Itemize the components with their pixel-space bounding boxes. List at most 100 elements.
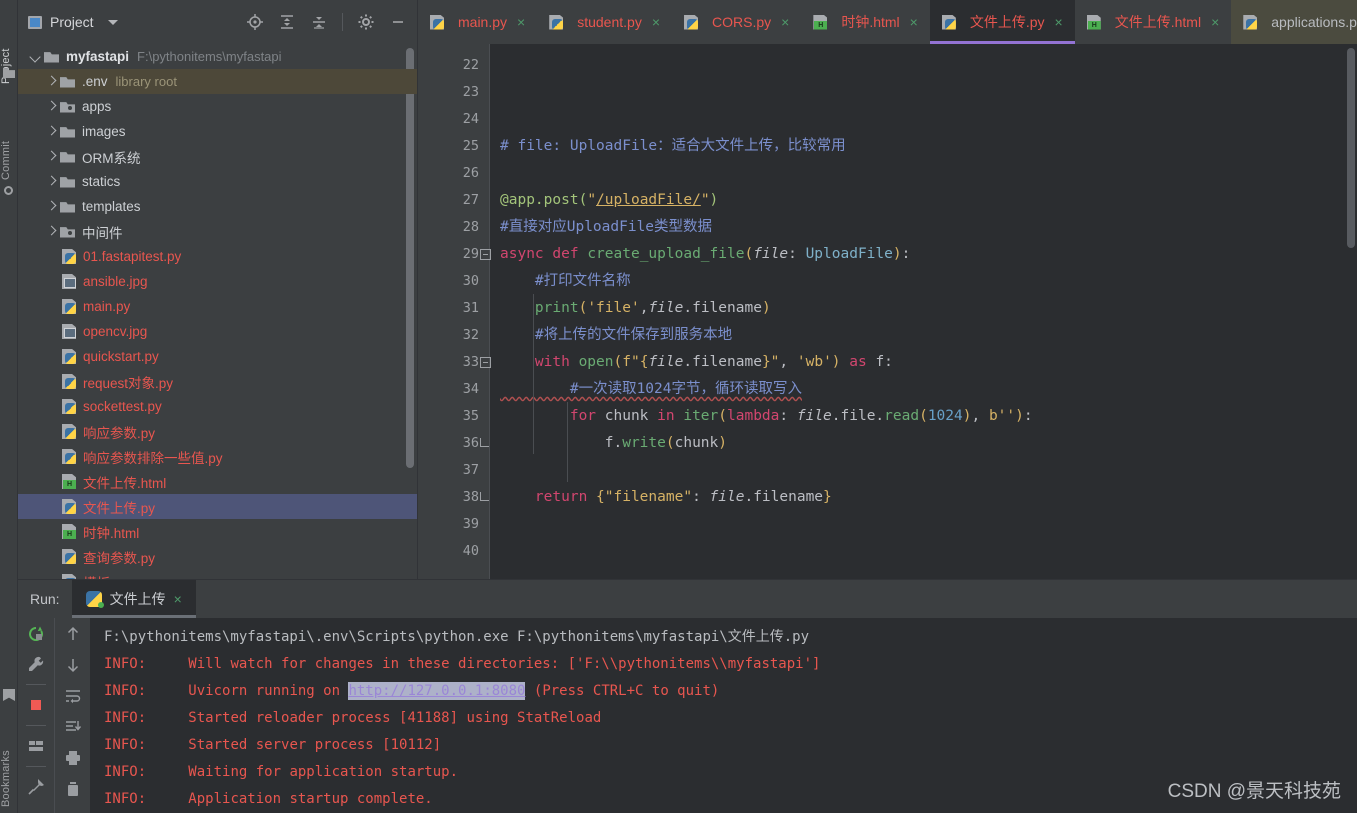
chevron-right-icon[interactable] xyxy=(44,124,60,140)
code-token: f: xyxy=(875,354,893,370)
close-icon[interactable]: × xyxy=(1055,15,1063,29)
editor-tab[interactable]: applications.py× xyxy=(1231,0,1357,44)
chevron-down-icon[interactable] xyxy=(107,19,118,25)
tree-row[interactable]: 01.fastapitest.py xyxy=(18,244,417,269)
tree-row-label: main.py xyxy=(83,299,131,314)
tree-row[interactable]: 查询参数.py xyxy=(18,544,417,569)
code-fold-marker[interactable] xyxy=(480,438,489,447)
console-text: Started reloader process [41188] using S… xyxy=(146,710,602,726)
close-icon[interactable]: × xyxy=(781,15,789,29)
rerun-icon[interactable] xyxy=(26,624,46,644)
tree-row[interactable]: ansible.jpg xyxy=(18,269,417,294)
tree-row[interactable]: main.py xyxy=(18,294,417,319)
run-tool-window: Run: 文件上传 × F:\pythonitems\myfastapi\.en… xyxy=(18,579,1357,813)
editor-tab[interactable]: main.py × xyxy=(418,0,537,44)
code-fold-marker[interactable] xyxy=(480,492,489,501)
print-icon[interactable] xyxy=(63,748,83,768)
html-file-icon xyxy=(813,14,828,30)
code-token: ( xyxy=(665,435,675,451)
code-token: return xyxy=(500,489,597,505)
tree-row[interactable]: 文件上传.py xyxy=(18,494,417,519)
tree-row[interactable]: quickstart.py xyxy=(18,344,417,369)
rail-item-commit[interactable]: Commit xyxy=(0,100,18,180)
stop-icon[interactable] xyxy=(26,695,46,715)
python-file-icon xyxy=(684,14,699,30)
tree-row[interactable]: myfastapi F:\pythonitems\myfastapi xyxy=(18,44,417,69)
tree-row[interactable]: ORM系统 xyxy=(18,144,417,169)
tree-row[interactable]: 响应参数排除一些值.py xyxy=(18,444,417,469)
tree-row[interactable]: opencv.jpg xyxy=(18,319,417,344)
toolbar-divider xyxy=(26,725,46,726)
rail-item-bookmarks[interactable]: Bookmarks xyxy=(0,707,18,807)
expand-all-icon[interactable] xyxy=(278,13,296,31)
console-prefix: INFO: xyxy=(104,683,147,699)
project-title-group[interactable]: Project xyxy=(28,14,118,30)
tree-row[interactable]: .env library root xyxy=(18,69,417,94)
code-token: ) xyxy=(709,192,719,208)
editor-tab-label: 文件上传.py xyxy=(969,14,1045,30)
console-text: (Press CTRL+C to quit) xyxy=(525,683,720,699)
editor-vertical-scrollbar[interactable] xyxy=(1347,48,1355,248)
scroll-to-end-icon[interactable] xyxy=(63,717,83,737)
code-token: : xyxy=(788,246,806,262)
collapse-all-icon[interactable] xyxy=(310,13,328,31)
tree-row[interactable]: 文件上传.html xyxy=(18,469,417,494)
editor-tab[interactable]: CORS.py × xyxy=(672,0,801,44)
line-number: 38 xyxy=(462,489,479,505)
tree-row[interactable]: 响应参数.py xyxy=(18,419,417,444)
close-icon[interactable]: × xyxy=(174,591,182,607)
console-text: F:\pythonitems\myfastapi\.env\Scripts\py… xyxy=(104,629,810,645)
arrow-up-icon[interactable] xyxy=(63,624,83,644)
tree-row[interactable]: 中间件 xyxy=(18,219,417,244)
editor-tab[interactable]: 文件上传.py × xyxy=(929,0,1075,44)
chevron-right-icon[interactable] xyxy=(44,174,60,190)
console-prefix: INFO: xyxy=(104,764,147,780)
tree-row[interactable]: apps xyxy=(18,94,417,119)
chevron-right-icon[interactable] xyxy=(44,99,60,115)
settings-gear-icon[interactable] xyxy=(357,13,375,31)
pin-icon[interactable] xyxy=(26,777,46,797)
code-token: file xyxy=(796,408,832,424)
console-prefix: INFO: xyxy=(104,737,147,753)
python-file-icon xyxy=(62,374,76,389)
locate-icon[interactable] xyxy=(246,13,264,31)
image-file-icon xyxy=(62,324,76,339)
layout-icon[interactable] xyxy=(26,736,46,756)
close-icon[interactable]: × xyxy=(652,15,660,29)
indent-guide xyxy=(567,402,568,482)
editor-tab[interactable]: 文件上传.html × xyxy=(1075,0,1232,44)
line-number: 25 xyxy=(462,138,479,154)
line-number: 34 xyxy=(462,381,479,397)
chevron-right-icon[interactable] xyxy=(44,74,60,90)
editor-tab[interactable]: 时钟.html × xyxy=(801,0,930,44)
chevron-right-icon[interactable] xyxy=(44,224,60,240)
chevron-down-icon[interactable] xyxy=(28,49,44,65)
trash-icon[interactable] xyxy=(63,779,83,799)
run-configuration-tab[interactable]: 文件上传 × xyxy=(71,580,196,618)
close-icon[interactable]: × xyxy=(1211,15,1219,29)
arrow-down-icon[interactable] xyxy=(63,655,83,675)
close-icon[interactable]: × xyxy=(910,15,918,29)
editor-tab-bar[interactable]: main.py×student.py×CORS.py×时钟.html×文件上传.… xyxy=(418,0,1357,44)
code-line: #将上传的文件保存到服务本地 xyxy=(500,322,1357,349)
tree-row[interactable]: request对象.py xyxy=(18,369,417,394)
code-token: in xyxy=(648,408,684,424)
line-number: 30 xyxy=(462,273,479,289)
python-file-icon xyxy=(62,499,76,514)
console-url-link[interactable]: http://127.0.0.1:8080 xyxy=(348,682,526,700)
close-icon[interactable]: × xyxy=(517,15,525,29)
minimize-icon[interactable] xyxy=(389,13,407,31)
tree-row[interactable]: sockettest.py xyxy=(18,394,417,419)
tree-row[interactable]: images xyxy=(18,119,417,144)
tree-row[interactable]: statics xyxy=(18,169,417,194)
code-token: " xyxy=(700,192,710,208)
chevron-right-icon[interactable] xyxy=(44,199,60,215)
tree-row[interactable]: 时钟.html xyxy=(18,519,417,544)
tree-row[interactable]: templates xyxy=(18,194,417,219)
wrench-icon[interactable] xyxy=(26,654,46,674)
chevron-right-icon[interactable] xyxy=(44,149,60,165)
code-line: # file: UploadFile：适合大文件上传，比较常用 xyxy=(500,133,1357,160)
editor-tab[interactable]: student.py × xyxy=(537,0,672,44)
soft-wrap-icon[interactable] xyxy=(63,686,83,706)
code-token: 'wb' xyxy=(796,354,832,370)
